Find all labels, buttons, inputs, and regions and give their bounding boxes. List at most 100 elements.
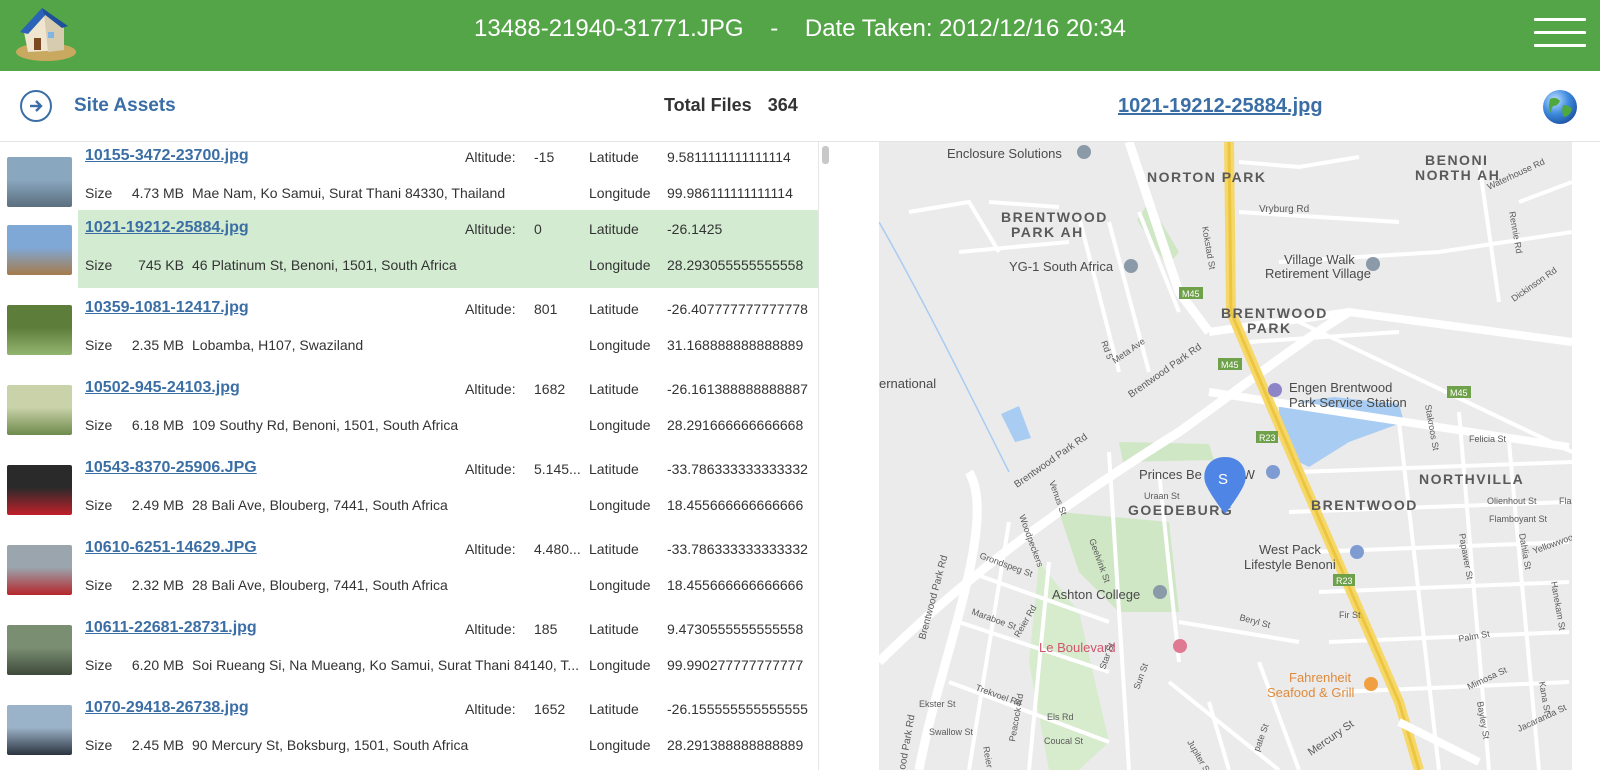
file-list-row[interactable]: 1021-19212-25884.jpg Altitude: 0 Latitude -2… [0, 210, 820, 290]
shopping-pin-icon[interactable] [1350, 545, 1364, 559]
map-label-westpack-2: Lifestyle Benoni [1244, 557, 1336, 572]
file-list-row[interactable]: 10610-6251-14629.JPG Altitude: 4.480... Lat… [0, 530, 820, 610]
size-value: 2.49 MB [131, 497, 184, 513]
map-canvas[interactable]: Enclosure Solutions NORTON PARK BENONI N… [879, 142, 1572, 770]
scrollbar-thumb[interactable] [822, 146, 829, 164]
map-label-village-walk-2: Retirement Village [1265, 266, 1371, 281]
map-label-benoni-north-1: BENONI [1425, 152, 1488, 168]
size-value: 745 KB [138, 257, 184, 273]
altitude-label: Altitude: [465, 301, 516, 317]
restaurant-pin-icon[interactable] [1364, 677, 1378, 691]
map-label-uraan: Uraan St [1144, 491, 1180, 501]
map-label-els: Els Rd [1047, 712, 1074, 722]
longitude-label: Longitude [589, 337, 651, 353]
file-name-link[interactable]: 10611-22681-28731.jpg [85, 619, 257, 637]
file-name-link[interactable]: 10610-6251-14629.JPG [85, 539, 257, 557]
map-label-fahrenheit-1: Fahrenheit [1289, 670, 1352, 685]
altitude-label: Altitude: [465, 461, 516, 477]
altitude-value: 4.480... [534, 541, 581, 557]
map-label-m45-b: M45 [1221, 360, 1239, 370]
total-files-label: Total Files [664, 95, 752, 115]
latitude-value: -26.155555555555555 [667, 701, 808, 717]
file-thumbnail[interactable] [7, 465, 72, 515]
map-pin-icon[interactable] [1077, 145, 1091, 159]
size-value: 2.32 MB [131, 577, 184, 593]
file-list-scrollbar[interactable] [818, 142, 832, 770]
latitude-value: -33.786333333333332 [667, 541, 808, 557]
map-label-engen-1: Engen Brentwood [1289, 380, 1392, 395]
restaurant-pin-icon[interactable] [1173, 639, 1187, 653]
file-name-link[interactable]: 10155-3472-23700.jpg [85, 147, 249, 165]
altitude-label: Altitude: [465, 221, 516, 237]
file-list-row[interactable]: 10155-3472-23700.jpg Altitude: -15 Latitude… [0, 142, 820, 218]
file-name-link[interactable]: 10359-1081-12417.jpg [85, 299, 249, 317]
map-label-fir: Fir St [1339, 610, 1361, 620]
map-label-fahrenheit-2: Seafood & Grill [1267, 685, 1355, 700]
file-thumbnail[interactable] [7, 625, 72, 675]
longitude-value: 31.168888888888889 [667, 337, 804, 353]
file-thumbnail[interactable] [7, 157, 72, 207]
map-label-norton-park: NORTON PARK [1147, 169, 1266, 185]
map-view[interactable]: Enclosure Solutions NORTON PARK BENONI N… [879, 142, 1572, 770]
school-pin-icon[interactable] [1153, 585, 1167, 599]
latitude-value: 9.4730555555555558 [667, 621, 804, 637]
longitude-label: Longitude [589, 185, 651, 201]
hamburger-menu-icon[interactable] [1534, 18, 1586, 48]
app-header: 13488-21940-31771.JPG - Date Taken: 2012… [0, 0, 1600, 71]
file-name-link[interactable]: 1070-29418-26738.jpg [85, 699, 249, 717]
size-value: 2.35 MB [131, 337, 184, 353]
longitude-label: Longitude [589, 577, 651, 593]
map-label-felicia: Felicia St [1469, 434, 1507, 444]
arrow-right-circle-icon[interactable] [20, 90, 52, 122]
address-value: 28 Bali Ave, Blouberg, 7441, South Afric… [192, 497, 448, 513]
latitude-label: Latitude [589, 149, 639, 165]
map-label-vryburg: Vryburg Rd [1259, 204, 1309, 215]
file-thumbnail[interactable] [7, 225, 72, 275]
size-value: 6.20 MB [131, 657, 184, 673]
longitude-value: 18.455666666666666 [667, 577, 804, 593]
map-label-brentwood: BRENTWOOD [1311, 497, 1418, 513]
map-label-flamboyant: Flamboyant St [1489, 514, 1548, 524]
total-files: Total Files 364 [664, 95, 798, 116]
header-date-taken: Date Taken: 2012/12/16 20:34 [804, 15, 1127, 42]
file-name-link[interactable]: 10543-8370-25906.JPG [85, 459, 257, 477]
size-value: 6.18 MB [131, 417, 184, 433]
address-value: Mae Nam, Ko Samui, Surat Thani 84330, Th… [192, 185, 506, 201]
altitude-label: Altitude: [465, 149, 516, 165]
address-value: 90 Mercury St, Boksburg, 1501, South Afr… [192, 737, 469, 753]
file-list-row[interactable]: 1070-29418-26738.jpg Altitude: 1652 Latitud… [0, 690, 820, 770]
selected-file-link[interactable]: 1021-19212-25884.jpg [1118, 95, 1323, 118]
file-name-link[interactable]: 10502-945-24103.jpg [85, 379, 240, 397]
file-thumbnail[interactable] [7, 705, 72, 755]
site-assets-link[interactable]: Site Assets [74, 95, 176, 117]
menu-bar [1534, 18, 1586, 21]
size-label: Size [85, 737, 113, 753]
file-thumbnail[interactable] [7, 305, 72, 355]
marker-letter: S [1218, 471, 1228, 488]
map-label-village-walk-1: Village Walk [1284, 252, 1355, 267]
address-value: 28 Bali Ave, Blouberg, 7441, South Afric… [192, 577, 448, 593]
size-label: Size [85, 497, 113, 513]
file-list-row[interactable]: 10359-1081-12417.jpg Altitude: 801 Latitude… [0, 290, 820, 370]
total-files-count: 364 [767, 95, 798, 115]
map-label-ekster: Ekster St [919, 699, 956, 709]
file-thumbnail[interactable] [7, 385, 72, 435]
car-dealer-pin-icon[interactable] [1266, 465, 1280, 479]
latitude-label: Latitude [589, 701, 639, 717]
map-label-international: ernational [879, 376, 936, 391]
file-list-row[interactable]: 10502-945-24103.jpg Altitude: 1682 Latitude… [0, 370, 820, 450]
file-thumbnail[interactable] [7, 545, 72, 595]
fuel-pin-icon[interactable] [1268, 383, 1282, 397]
altitude-value: 1682 [534, 381, 566, 397]
file-list-row[interactable]: 10543-8370-25906.JPG Altitude: 5.145... Lat… [0, 450, 820, 530]
map-label-fla: Fla [1559, 496, 1572, 506]
globe-icon[interactable] [1542, 89, 1578, 125]
map-pin-icon[interactable] [1124, 259, 1138, 273]
map-label-brentwood-ah-1: BRENTWOOD [1001, 209, 1108, 225]
file-name-link[interactable]: 1021-19212-25884.jpg [85, 219, 249, 237]
map-label-brentwood-park-2: PARK [1247, 320, 1292, 336]
header-filename: 13488-21940-31771.JPG [473, 15, 744, 42]
file-list-row[interactable]: 10611-22681-28731.jpg Altitude: 185 Latitud… [0, 610, 820, 690]
altitude-label: Altitude: [465, 621, 516, 637]
map-pin-icon[interactable] [1366, 257, 1380, 271]
